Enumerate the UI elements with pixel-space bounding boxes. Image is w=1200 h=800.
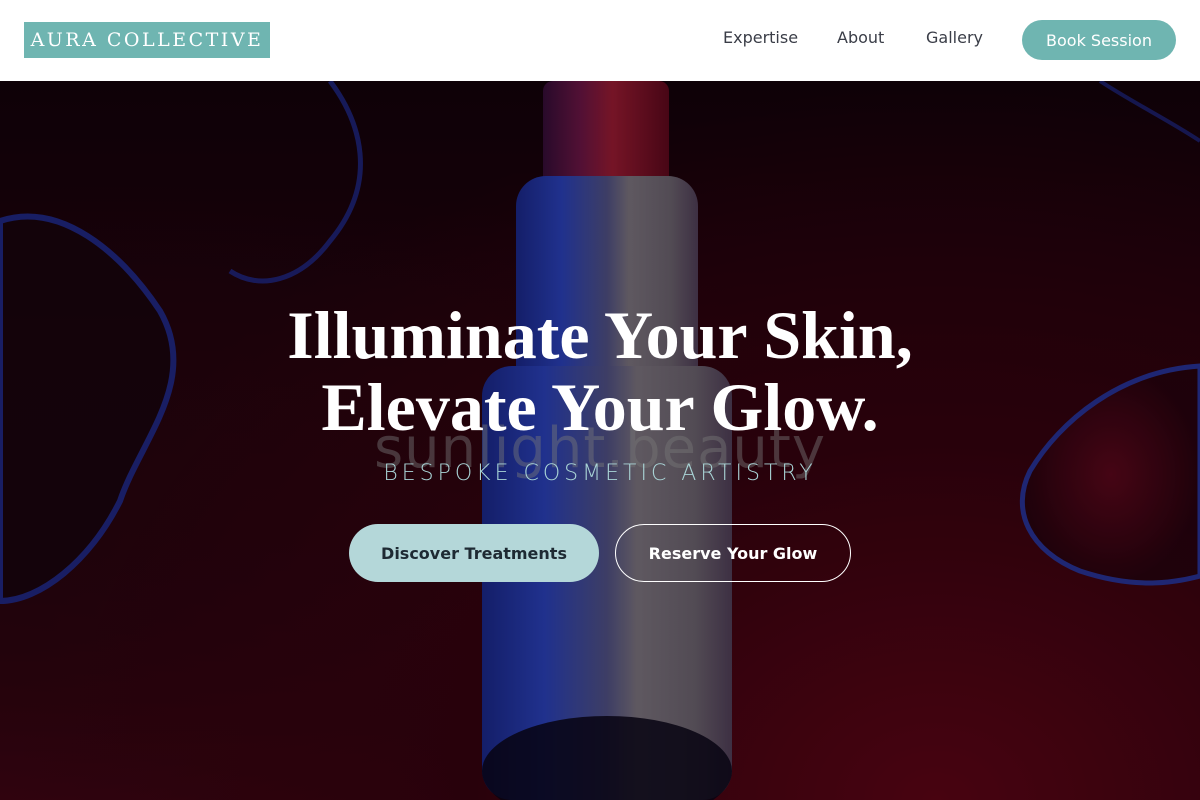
discover-treatments-button[interactable]: Discover Treatments — [349, 524, 599, 582]
hero-heading-line-2: Elevate Your Glow. — [321, 369, 879, 445]
nav-link-about[interactable]: About — [837, 28, 884, 47]
nav-link-expertise[interactable]: Expertise — [723, 28, 798, 47]
nav-link-gallery[interactable]: Gallery — [926, 28, 983, 47]
hero-heading: Illuminate Your Skin, Elevate Your Glow. — [0, 299, 1200, 443]
brand-logo[interactable]: AURA COLLECTIVE — [24, 22, 270, 58]
reserve-your-glow-button[interactable]: Reserve Your Glow — [615, 524, 851, 582]
hero-subtitle: BESPOKE COSMETIC ARTISTRY — [383, 461, 817, 486]
hero-heading-line-1: Illuminate Your Skin, — [287, 297, 913, 373]
site-header: AURA COLLECTIVE Expertise About Gallery … — [0, 0, 1200, 81]
hero-section: sunlight.beauty Illuminate Your Skin, El… — [0, 81, 1200, 800]
book-session-button[interactable]: Book Session — [1022, 20, 1176, 60]
